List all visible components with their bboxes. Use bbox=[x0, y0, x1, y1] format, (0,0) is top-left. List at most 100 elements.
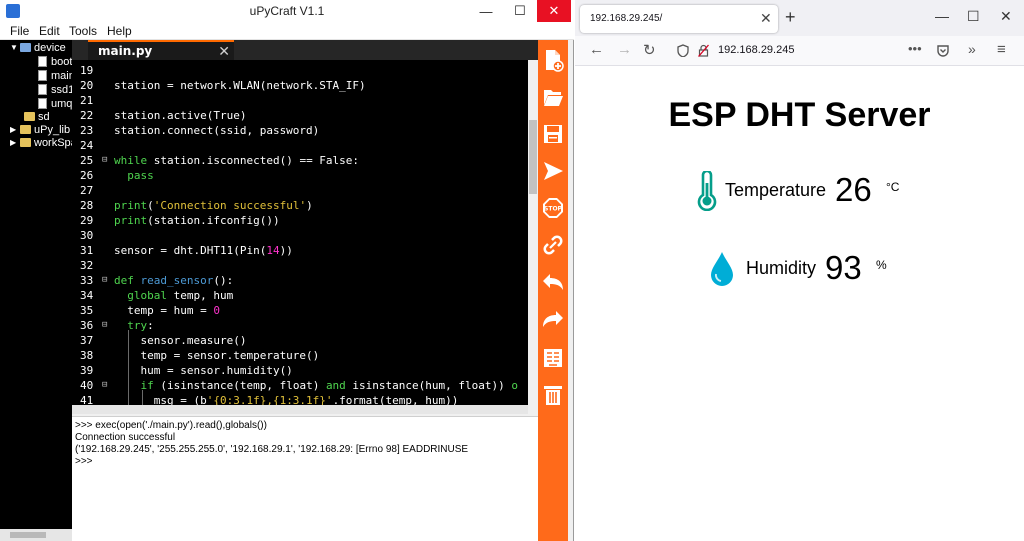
overflow-chevron-icon[interactable]: » bbox=[968, 41, 976, 57]
humidity-reading: Humidity 93 % bbox=[708, 247, 908, 297]
upycraft-window: uPyCraft V1.1 — ☐ ✕ File Edit Tools Help… bbox=[0, 0, 574, 541]
save-button[interactable] bbox=[540, 120, 566, 148]
code-line[interactable]: 29 print(station.ifconfig()) bbox=[72, 213, 528, 228]
forward-icon[interactable]: → bbox=[617, 41, 632, 58]
code-line[interactable]: 19 bbox=[72, 63, 528, 78]
humidity-value: 93 bbox=[825, 249, 862, 286]
back-icon[interactable]: ← bbox=[589, 41, 604, 58]
scrollbar-thumb[interactable] bbox=[10, 532, 46, 538]
browser-tab[interactable]: 192.168.29.245/ ✕ bbox=[580, 5, 778, 33]
code-line[interactable]: 20 station = network.WLAN(network.STA_IF) bbox=[72, 78, 528, 93]
code-line[interactable]: 31 sensor = dht.DHT11(Pin(14)) bbox=[72, 243, 528, 258]
clear-icon bbox=[544, 386, 562, 405]
new-tab-button[interactable]: + bbox=[785, 7, 796, 28]
syntax-check-button[interactable] bbox=[540, 344, 566, 372]
code-editor[interactable]: 19 20 station = network.WLAN(network.STA_I… bbox=[72, 60, 538, 414]
fold-marker-icon[interactable]: ⊟ bbox=[102, 153, 107, 168]
reload-icon[interactable]: ↻ bbox=[643, 41, 656, 59]
code-line[interactable]: 21 bbox=[72, 93, 528, 108]
redo-icon bbox=[543, 311, 563, 327]
code-line[interactable]: 38 temp = sensor.temperature() bbox=[72, 348, 528, 363]
tree-item-device[interactable]: ▼ device bbox=[10, 41, 66, 54]
address-bar[interactable]: 192.168.29.245 bbox=[671, 39, 921, 62]
pocket-icon[interactable] bbox=[936, 44, 950, 58]
run-icon bbox=[544, 162, 563, 180]
temperature-value: 26 bbox=[835, 171, 872, 208]
humidity-unit: % bbox=[876, 258, 887, 272]
code-text: station.connect(ssid, password) bbox=[114, 124, 320, 137]
code-text: sensor = dht.DHT11(Pin(14)) bbox=[114, 244, 293, 257]
fold-marker-icon[interactable]: ⊟ bbox=[102, 273, 107, 288]
tab-label: main.py bbox=[98, 44, 153, 58]
shield-icon[interactable] bbox=[677, 44, 689, 57]
new-file-button[interactable] bbox=[540, 46, 566, 74]
file-icon bbox=[38, 70, 47, 81]
close-button[interactable]: ✕ bbox=[537, 0, 571, 22]
scrollbar-thumb[interactable] bbox=[529, 120, 537, 194]
title-bar[interactable]: uPyCraft V1.1 — ☐ ✕ bbox=[0, 0, 574, 22]
code-line[interactable]: 27 bbox=[72, 183, 528, 198]
code-line[interactable]: 22 station.active(True) bbox=[72, 108, 528, 123]
code-text: station.active(True) bbox=[114, 109, 247, 122]
code-line[interactable]: 37 sensor.measure() bbox=[72, 333, 528, 348]
web-page: ESP DHT Server Temperature 26 °C Humidit bbox=[575, 67, 1024, 541]
clear-button[interactable] bbox=[540, 381, 566, 409]
menu-file[interactable]: File bbox=[10, 24, 29, 38]
maximize-button[interactable]: ☐ bbox=[967, 8, 980, 25]
close-button[interactable]: ✕ bbox=[1000, 8, 1012, 25]
menu-help[interactable]: Help bbox=[107, 24, 132, 38]
fold-marker-icon[interactable]: ⊟ bbox=[102, 378, 107, 393]
tree-horizontal-scrollbar[interactable] bbox=[0, 529, 72, 541]
chevron-right-icon[interactable]: ▶ bbox=[10, 125, 20, 134]
code-text: temp = hum = 0 bbox=[114, 304, 220, 317]
browser-tab-title: 192.168.29.245/ bbox=[590, 13, 663, 24]
hamburger-menu-icon[interactable]: ≡ bbox=[997, 41, 1006, 58]
line-number: 32 bbox=[80, 259, 94, 272]
code-line[interactable]: 39 hum = sensor.humidity() bbox=[72, 363, 528, 378]
file-icon bbox=[38, 84, 47, 95]
connect-icon bbox=[543, 235, 563, 255]
minimize-button[interactable]: — bbox=[469, 0, 503, 22]
tree-item-upy-lib[interactable]: ▶ uPy_lib bbox=[10, 123, 70, 136]
editor-horizontal-scrollbar[interactable] bbox=[72, 405, 528, 414]
minimize-button[interactable]: — bbox=[935, 8, 949, 24]
line-number: 21 bbox=[80, 94, 94, 107]
undo-button[interactable] bbox=[540, 269, 566, 297]
menu-bar: File Edit Tools Help bbox=[0, 22, 574, 40]
lock-insecure-icon[interactable] bbox=[698, 44, 709, 57]
code-line[interactable]: 25 ⊟ while station.isconnected() == False: bbox=[72, 153, 528, 168]
code-line[interactable]: 23 station.connect(ssid, password) bbox=[72, 123, 528, 138]
code-line[interactable]: 35 temp = hum = 0 bbox=[72, 303, 528, 318]
code-text: print('Connection successful') bbox=[114, 199, 313, 212]
chevron-down-icon[interactable]: ▼ bbox=[10, 43, 20, 52]
tree-item-sd[interactable]: sd bbox=[24, 110, 50, 123]
maximize-button[interactable]: ☐ bbox=[503, 0, 537, 22]
code-line[interactable]: 28 print('Connection successful') bbox=[72, 198, 528, 213]
tab-close-icon[interactable]: ✕ bbox=[218, 43, 230, 60]
run-button[interactable] bbox=[540, 157, 566, 185]
fold-marker-icon[interactable]: ⊟ bbox=[102, 318, 107, 333]
editor-vertical-scrollbar[interactable] bbox=[528, 60, 538, 414]
chevron-right-icon[interactable]: ▶ bbox=[10, 138, 20, 147]
page-actions-icon[interactable]: ••• bbox=[908, 41, 922, 56]
connect-button[interactable] bbox=[540, 231, 566, 259]
open-button[interactable] bbox=[540, 83, 566, 111]
code-line[interactable]: 24 bbox=[72, 138, 528, 153]
menu-edit[interactable]: Edit bbox=[39, 24, 60, 38]
undo-icon bbox=[543, 274, 563, 290]
terminal-console[interactable]: >>> exec(open('./main.py').read(),global… bbox=[72, 416, 538, 541]
tab-close-icon[interactable]: ✕ bbox=[760, 10, 772, 27]
stop-button[interactable]: STOP bbox=[540, 194, 566, 222]
tab-main-py[interactable]: main.py ✕ bbox=[88, 40, 234, 60]
code-line[interactable]: 36 ⊟ try: bbox=[72, 318, 528, 333]
menu-tools[interactable]: Tools bbox=[69, 24, 97, 38]
code-line[interactable]: 30 bbox=[72, 228, 528, 243]
code-line[interactable]: 32 bbox=[72, 258, 528, 273]
code-line[interactable]: 40 ⊟ if (isinstance(temp, float) and isin… bbox=[72, 378, 528, 393]
console-line: ('192.168.29.245', '255.255.255.0', '192… bbox=[75, 444, 469, 455]
code-line[interactable]: 26 pass bbox=[72, 168, 528, 183]
line-number: 37 bbox=[80, 334, 94, 347]
code-line[interactable]: 33 ⊟ def read_sensor(): bbox=[72, 273, 528, 288]
code-line[interactable]: 34 global temp, hum bbox=[72, 288, 528, 303]
redo-button[interactable] bbox=[540, 306, 566, 334]
